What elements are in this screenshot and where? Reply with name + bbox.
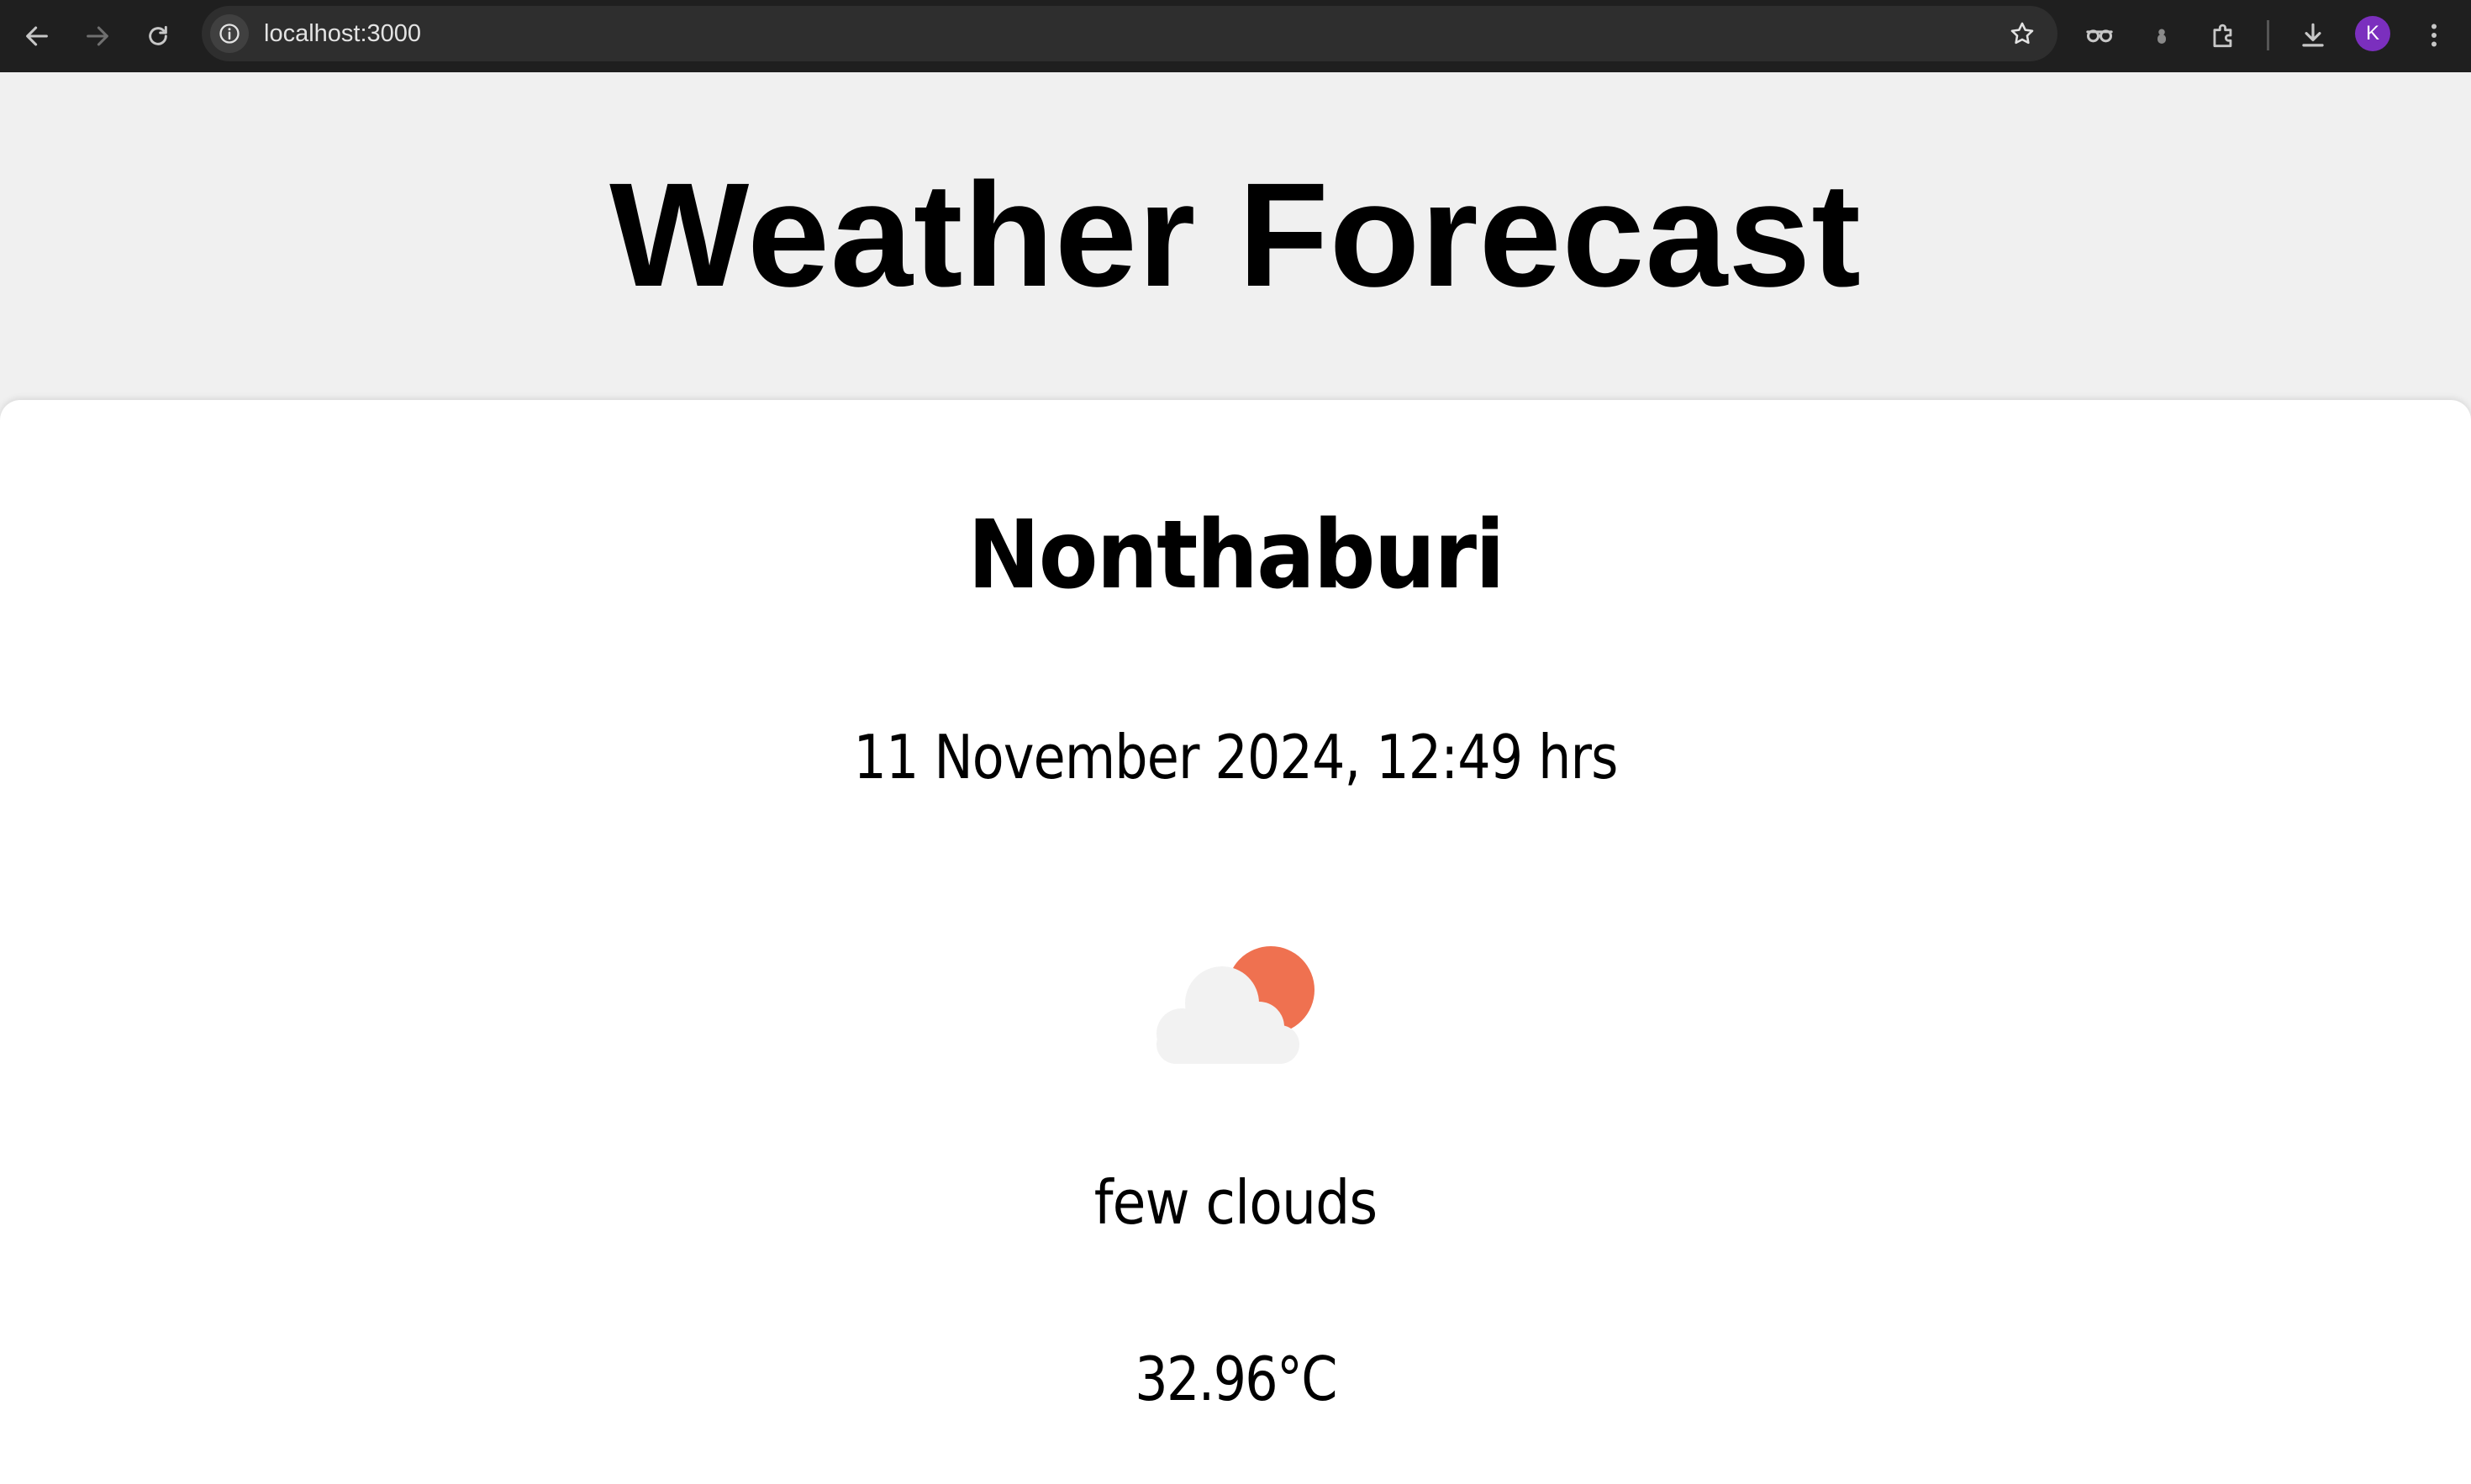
info-icon bbox=[219, 24, 240, 44]
reload-icon bbox=[149, 25, 167, 45]
star-icon bbox=[2010, 22, 2034, 45]
extension-icon bbox=[2158, 29, 2166, 44]
arrow-right-icon bbox=[87, 26, 108, 46]
arrow-left-icon bbox=[26, 26, 48, 46]
browser-toolbar: localhost:3000 K bbox=[0, 0, 2471, 72]
downloads-button[interactable] bbox=[2291, 13, 2335, 57]
puzzle-icon bbox=[2213, 24, 2232, 48]
extension-reader-button[interactable] bbox=[2078, 13, 2121, 57]
browser-menu-button[interactable] bbox=[2412, 13, 2456, 57]
toolbar-divider bbox=[2267, 20, 2269, 50]
address-bar[interactable]: localhost:3000 bbox=[202, 6, 2057, 61]
extension-dot-button[interactable] bbox=[2140, 13, 2184, 57]
kebab-menu-icon bbox=[2431, 24, 2437, 47]
temperature-value: 32.96°C bbox=[1135, 1344, 1337, 1414]
back-button[interactable] bbox=[16, 15, 58, 57]
bookmark-button[interactable] bbox=[2005, 17, 2039, 50]
download-icon bbox=[2302, 23, 2324, 47]
weather-description: few clouds bbox=[1093, 1167, 1378, 1238]
forward-button[interactable] bbox=[76, 15, 119, 57]
weather-card: Nonthaburi 11 November 2024, 12:49 hrs f… bbox=[0, 400, 2471, 1484]
site-info-button[interactable] bbox=[210, 14, 249, 53]
profile-avatar[interactable]: K bbox=[2355, 16, 2390, 51]
city-name: Nonthaburi bbox=[967, 501, 1504, 610]
reload-button[interactable] bbox=[137, 15, 179, 57]
url-text[interactable]: localhost:3000 bbox=[264, 18, 421, 49]
extensions-button[interactable] bbox=[2202, 13, 2246, 57]
glasses-icon bbox=[2086, 29, 2113, 43]
date-time: 11 November 2024, 12:49 hrs bbox=[853, 722, 1618, 792]
few-clouds-icon bbox=[1156, 946, 1315, 1064]
page-title: Weather Forecast bbox=[609, 153, 1862, 318]
